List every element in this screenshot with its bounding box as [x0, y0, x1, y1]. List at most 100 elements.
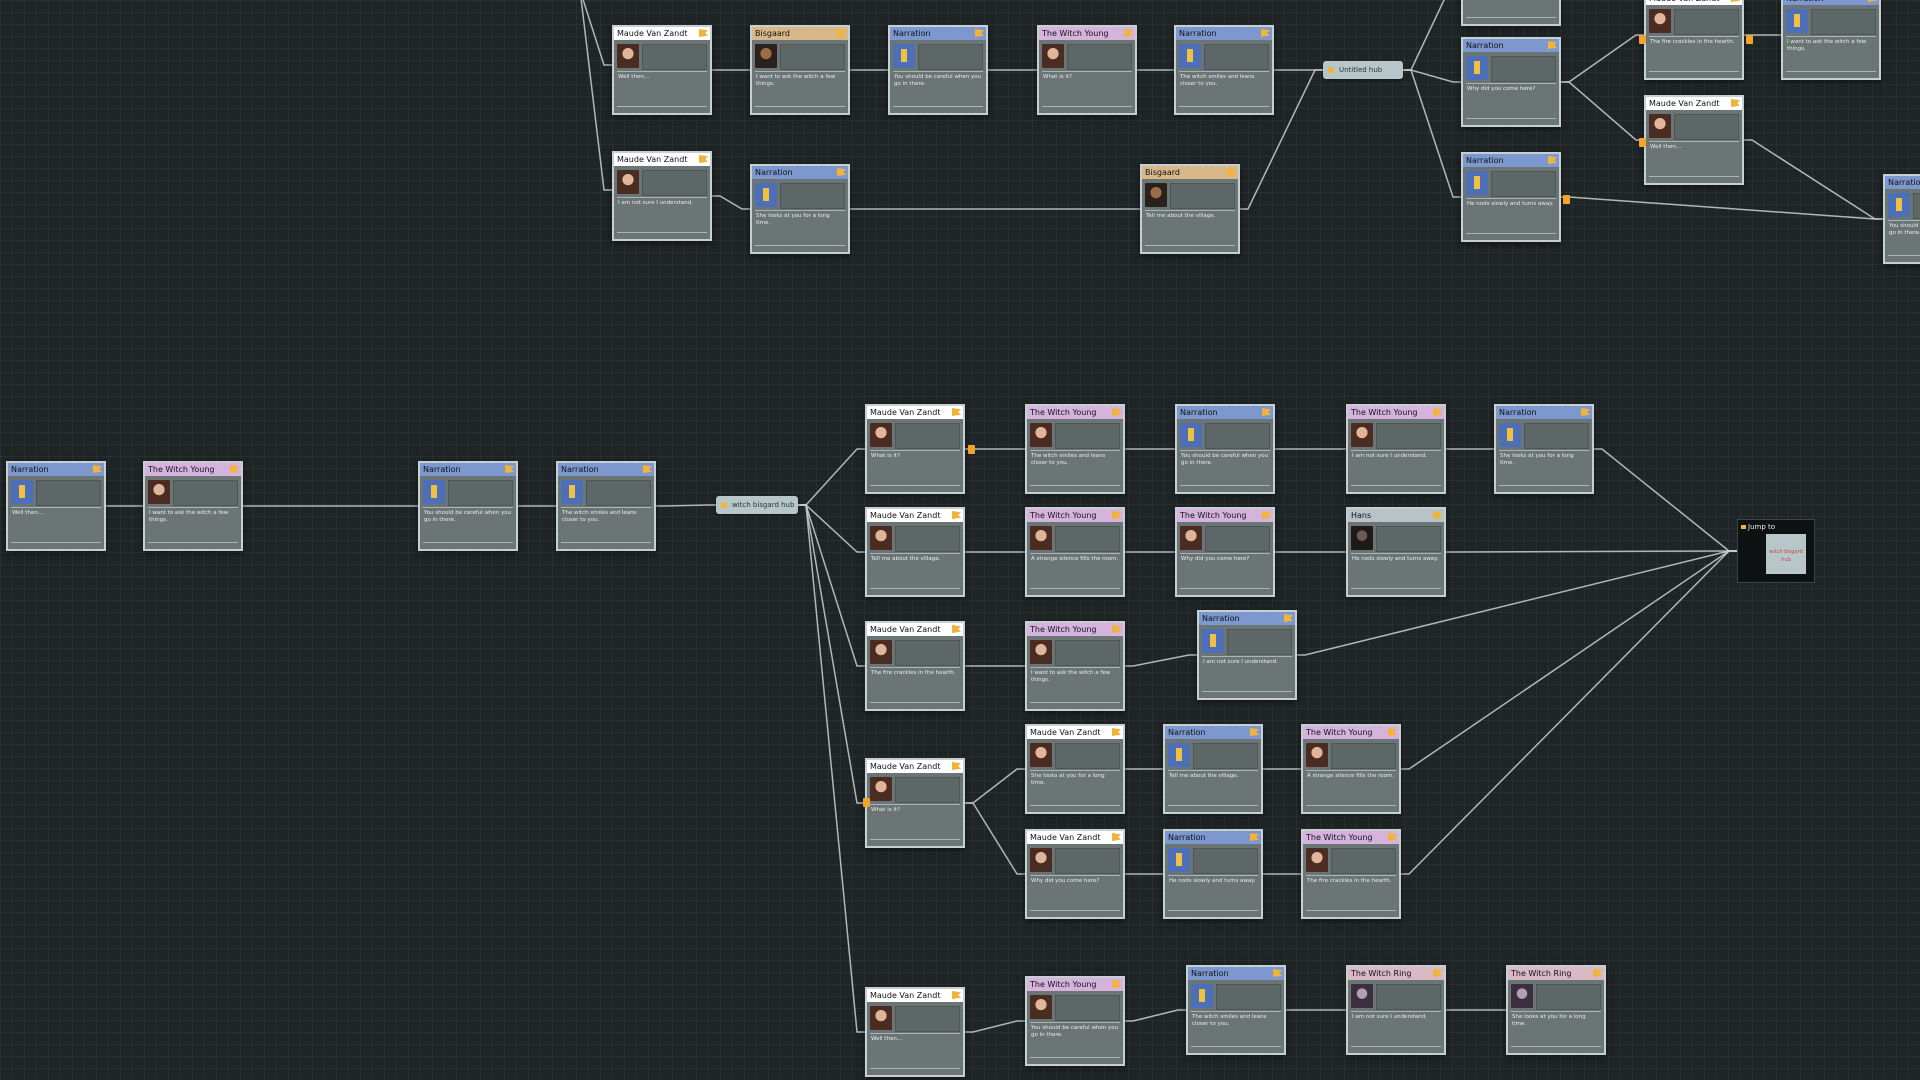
dialogue-node[interactable]: Maude Van Zandt What is it?: [865, 404, 965, 494]
flag-icon[interactable]: [1112, 980, 1121, 988]
dialogue-node[interactable]: Narration Tell me about the village.: [1163, 724, 1263, 814]
dialogue-node[interactable]: The Witch Young A strange silence fills t…: [1301, 724, 1401, 814]
flag-icon[interactable]: [1112, 408, 1121, 416]
dialogue-node[interactable]: Narration She looks at you for a long tim…: [1494, 404, 1594, 494]
flag-icon[interactable]: [952, 408, 961, 416]
dialogue-node[interactable]: The Witch Young Why did you come here?: [1175, 507, 1275, 597]
flag-icon[interactable]: [952, 511, 961, 519]
node-dialogue-text: She looks at you for a long time.: [1512, 1014, 1586, 1027]
flow-canvas[interactable]: Maude Van Zandt Well then... Bisgaard I wan…: [0, 0, 1920, 1080]
output-port-handle[interactable]: [863, 798, 870, 807]
output-port-handle[interactable]: [968, 445, 975, 454]
node-speaker-label: The Witch Young: [1351, 408, 1418, 417]
node-body: The witch smiles and leans closer to you…: [1176, 40, 1272, 113]
dialogue-node[interactable]: Maude Van Zandt I am not sure I understan…: [612, 151, 712, 241]
flag-icon[interactable]: [952, 625, 961, 633]
flag-icon[interactable]: [643, 465, 652, 473]
flag-icon[interactable]: [1273, 969, 1282, 977]
dialogue-node[interactable]: The Witch Ring She looks at you for a lon…: [1506, 965, 1606, 1055]
flag-icon[interactable]: [1433, 511, 1442, 519]
dialogue-node[interactable]: Maude Van Zandt Why did you come here?: [1025, 829, 1125, 919]
node-divider: [617, 232, 707, 233]
dialogue-node[interactable]: Narration I want to ask the witch a few t…: [1781, 0, 1881, 80]
flag-icon[interactable]: [1112, 511, 1121, 519]
dialogue-node[interactable]: Narration Well then...: [6, 461, 106, 551]
flag-icon[interactable]: [1388, 833, 1397, 841]
flag-icon[interactable]: [699, 29, 708, 37]
flag-icon[interactable]: [1548, 156, 1557, 164]
flag-icon[interactable]: [1548, 41, 1557, 49]
dialogue-node[interactable]: Bisgaard I want to ask the witch a few th…: [750, 25, 850, 115]
flag-icon[interactable]: [1731, 0, 1740, 2]
dialogue-node[interactable]: NarrationA strange silence fills the roo…: [1461, 0, 1561, 26]
flag-icon[interactable]: [1433, 969, 1442, 977]
flag-icon[interactable]: [1112, 728, 1121, 736]
flag-icon[interactable]: [1261, 29, 1270, 37]
dialogue-node[interactable]: Narration The witch smiles and leans clos…: [1174, 25, 1274, 115]
flag-icon[interactable]: [1593, 969, 1602, 977]
flag-icon[interactable]: [1112, 625, 1121, 633]
dialogue-node[interactable]: Maude Van Zandt What is it?: [865, 758, 965, 848]
dialogue-node[interactable]: Narration I am not sure I understand.: [1197, 610, 1297, 700]
flag-icon[interactable]: [975, 29, 984, 37]
dialogue-node[interactable]: Bisgaard Tell me about the village.: [1140, 164, 1240, 254]
flag-icon[interactable]: [1124, 29, 1133, 37]
flag-icon[interactable]: [1284, 614, 1293, 622]
dialogue-node[interactable]: Maude Van Zandt Well then...: [1644, 95, 1744, 185]
dialogue-node[interactable]: Narration You should be careful when you …: [1175, 404, 1275, 494]
flag-icon[interactable]: [699, 155, 708, 163]
dialogue-node[interactable]: Hans He nods slowly and turns away.: [1346, 507, 1446, 597]
dialogue-node[interactable]: Narration She looks at you for a long tim…: [750, 164, 850, 254]
dialogue-node[interactable]: Maude Van Zandt The fire crackles in the …: [1644, 0, 1744, 80]
flag-icon[interactable]: [1731, 99, 1740, 107]
dialogue-node[interactable]: The Witch Young The fire crackles in the …: [1301, 829, 1401, 919]
dialogue-node[interactable]: Narration He nods slowly and turns away.: [1163, 829, 1263, 919]
dialogue-node[interactable]: The Witch Young A strange silence fills t…: [1025, 507, 1125, 597]
flag-icon[interactable]: [952, 762, 961, 770]
flag-icon[interactable]: [837, 168, 846, 176]
speaker-portrait-icon: [1030, 848, 1052, 872]
dialogue-node[interactable]: Narration The witch smiles and leans clos…: [1186, 965, 1286, 1055]
dialogue-node[interactable]: Maude Van Zandt Tell me about the village…: [865, 507, 965, 597]
dialogue-node[interactable]: Maude Van Zandt Well then...: [612, 25, 712, 115]
dialogue-node[interactable]: Narration You should be careful when you …: [1883, 174, 1920, 264]
flag-icon[interactable]: [1227, 168, 1236, 176]
flag-icon[interactable]: [837, 29, 846, 37]
dialogue-node[interactable]: Narration Why did you come here?: [1461, 37, 1561, 127]
flag-icon[interactable]: [230, 465, 239, 473]
flag-icon[interactable]: [1250, 833, 1259, 841]
dialogue-node[interactable]: The Witch Young You should be careful whe…: [1025, 976, 1125, 1066]
hub-node[interactable]: witch bisgard hub: [716, 496, 798, 514]
flag-icon[interactable]: [952, 991, 961, 999]
dialogue-node[interactable]: Narration You should be careful when you …: [418, 461, 518, 551]
output-port-handle[interactable]: [1746, 35, 1753, 44]
jump-node[interactable]: Jump to witch bisgard hub: [1737, 519, 1815, 583]
speaker-portrait-icon: [1030, 743, 1052, 767]
output-port-handle[interactable]: [1639, 35, 1646, 44]
dialogue-node[interactable]: The Witch Young I am not sure I understan…: [1346, 404, 1446, 494]
dialogue-node[interactable]: Narration You should be careful when you …: [888, 25, 988, 115]
flag-icon[interactable]: [1250, 728, 1259, 736]
flag-icon[interactable]: [1388, 728, 1397, 736]
flag-icon[interactable]: [93, 465, 102, 473]
dialogue-node[interactable]: The Witch Young I want to ask the witch a…: [1025, 621, 1125, 711]
dialogue-node[interactable]: The Witch Ring I am not sure I understand…: [1346, 965, 1446, 1055]
dialogue-node[interactable]: Maude Van Zandt The fire crackles in the …: [865, 621, 965, 711]
dialogue-node[interactable]: Narration The witch smiles and leans clos…: [556, 461, 656, 551]
flag-icon[interactable]: [1868, 0, 1877, 2]
flag-icon[interactable]: [1112, 833, 1121, 841]
output-port-handle[interactable]: [1639, 138, 1646, 147]
flag-icon[interactable]: [1433, 408, 1442, 416]
dialogue-node[interactable]: Maude Van Zandt Well then...: [865, 987, 965, 1077]
flag-icon[interactable]: [1262, 511, 1271, 519]
flag-icon[interactable]: [1581, 408, 1590, 416]
dialogue-node[interactable]: The Witch Young I want to ask the witch a…: [143, 461, 243, 551]
dialogue-node[interactable]: The Witch Young The witch smiles and lean…: [1025, 404, 1125, 494]
hub-node[interactable]: Untitled hub: [1323, 61, 1403, 79]
flag-icon[interactable]: [505, 465, 514, 473]
output-port-handle[interactable]: [1563, 195, 1570, 204]
dialogue-node[interactable]: Maude Van Zandt She looks at you for a lo…: [1025, 724, 1125, 814]
flag-icon[interactable]: [1262, 408, 1271, 416]
dialogue-node[interactable]: The Witch Young What is it?: [1037, 25, 1137, 115]
dialogue-node[interactable]: Narration He nods slowly and turns away.: [1461, 152, 1561, 242]
